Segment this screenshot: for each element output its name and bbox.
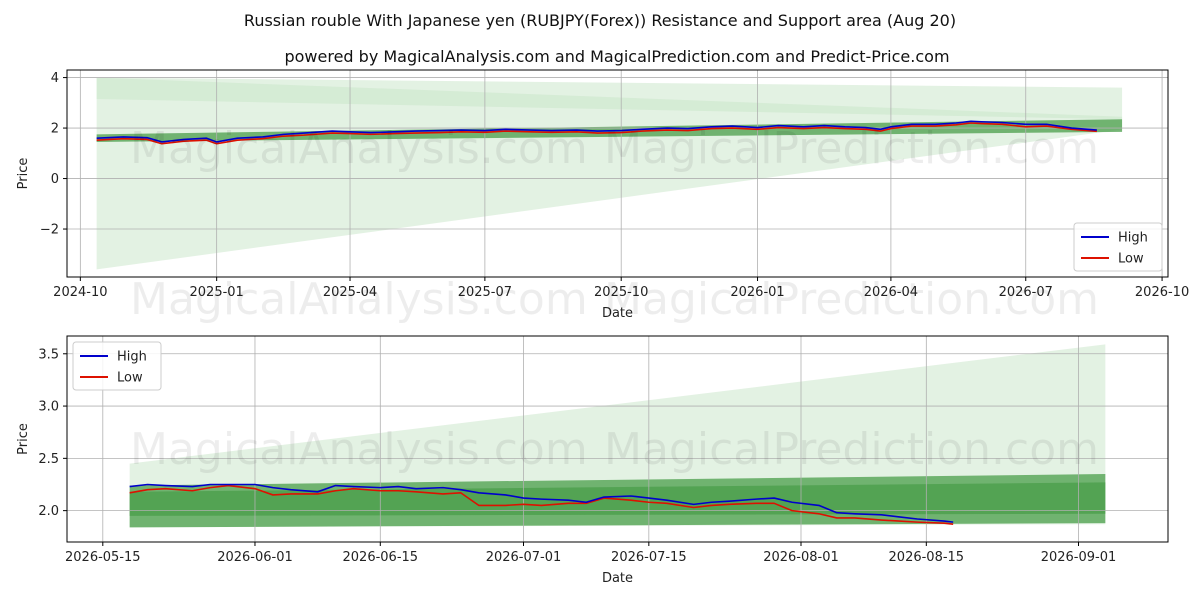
chart-title: Russian rouble With Japanese yen (RUBJPY…	[244, 11, 956, 30]
y-axis-label: Price	[16, 423, 31, 455]
y-tick-label: 3.5	[38, 347, 59, 362]
y-tick-label: 0	[51, 172, 59, 187]
x-tick-label: 2026-06-01	[217, 550, 293, 565]
legend-label-low: Low	[1118, 252, 1144, 267]
x-tick-label: 2026-08-15	[889, 550, 965, 565]
x-tick-label: 2024-10	[53, 285, 107, 300]
legend-label-low: Low	[117, 371, 143, 386]
watermark-text: MagicalPrediction.com	[604, 424, 1099, 475]
y-tick-label: −2	[40, 223, 59, 238]
x-tick-label: 2026-05-15	[65, 550, 141, 565]
y-axis-label: Price	[16, 158, 31, 190]
watermark-text: MagicalPrediction.com	[604, 274, 1099, 325]
chart-subtitle: powered by MagicalAnalysis.com and Magic…	[284, 47, 949, 66]
legend: High Low	[1073, 222, 1163, 272]
watermark-text: MagicalAnalysis.com	[130, 274, 588, 325]
legend: High Low	[72, 341, 162, 391]
x-tick-label: 2026-10	[1135, 285, 1189, 300]
legend-label-high: High	[1118, 231, 1148, 246]
y-tick-label: 2	[51, 122, 59, 137]
watermark-text: MagicalAnalysis.com	[130, 123, 588, 174]
x-tick-label: 2026-09-01	[1041, 550, 1117, 565]
x-tick-label: 2026-07-15	[611, 550, 687, 565]
x-axis-label: Date	[602, 571, 633, 586]
y-tick-label: 4	[51, 71, 59, 86]
y-tick-label: 2.0	[38, 504, 59, 519]
x-tick-label: 2026-06-15	[343, 550, 419, 565]
watermark-text: MagicalAnalysis.com	[130, 424, 588, 475]
y-tick-label: 2.5	[38, 452, 59, 467]
y-tick-label: 3.0	[38, 400, 59, 415]
x-tick-label: 2026-08-01	[763, 550, 839, 565]
x-tick-label: 2026-07-01	[486, 550, 562, 565]
watermark-text: MagicalPrediction.com	[604, 123, 1099, 174]
legend-label-high: High	[117, 350, 147, 365]
chart-figure: Russian rouble With Japanese yen (RUBJPY…	[0, 0, 1200, 600]
figure-canvas: Russian rouble With Japanese yen (RUBJPY…	[16, 11, 1189, 586]
